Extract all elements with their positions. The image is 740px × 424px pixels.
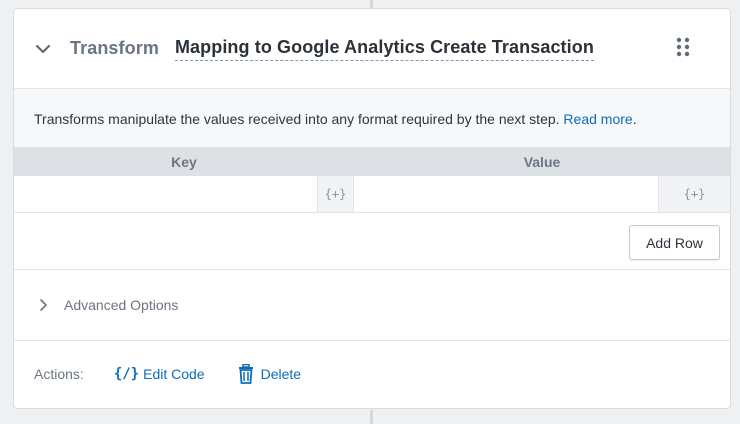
table-row: {+} {+} bbox=[14, 176, 730, 213]
key-value-table: Key Value {+} {+} Add Row bbox=[14, 147, 730, 270]
add-row-button[interactable]: Add Row bbox=[629, 225, 720, 260]
delete-label: Delete bbox=[260, 366, 302, 382]
transform-step-card: Transform Mapping to Google Analytics Cr… bbox=[13, 8, 731, 409]
column-header-value: Value bbox=[523, 153, 561, 170]
chevron-right-icon bbox=[40, 299, 47, 311]
add-row-area: Add Row bbox=[14, 213, 730, 270]
step-header: Transform Mapping to Google Analytics Cr… bbox=[14, 9, 730, 89]
drag-handle-icon[interactable] bbox=[676, 37, 690, 57]
step-type-label: Transform bbox=[70, 38, 159, 58]
chevron-down-icon[interactable] bbox=[34, 40, 52, 58]
delete-button[interactable]: Delete bbox=[237, 364, 301, 384]
info-suffix: . bbox=[632, 111, 637, 127]
key-input[interactable] bbox=[14, 176, 317, 212]
edit-code-label: Edit Code bbox=[143, 366, 205, 382]
actions-bar: Actions: {/} Edit Code Delete bbox=[14, 341, 730, 407]
value-insert-variable-button[interactable]: {+} bbox=[658, 176, 730, 212]
actions-label: Actions: bbox=[34, 366, 84, 382]
key-insert-variable-button[interactable]: {+} bbox=[317, 176, 353, 212]
trash-icon bbox=[238, 364, 253, 384]
connector-line-top bbox=[370, 0, 373, 8]
code-icon: {/} bbox=[113, 366, 140, 382]
column-header-key: Key bbox=[171, 153, 197, 170]
value-cell: {+} bbox=[354, 176, 730, 212]
key-cell: {+} bbox=[14, 176, 354, 212]
value-input[interactable] bbox=[354, 176, 658, 212]
read-more-link[interactable]: Read more bbox=[563, 111, 632, 127]
step-name-field[interactable]: Mapping to Google Analytics Create Trans… bbox=[174, 37, 594, 61]
advanced-options-toggle[interactable]: Advanced Options bbox=[14, 270, 730, 341]
info-description: Transforms manipulate the values receive… bbox=[34, 111, 564, 127]
info-text: Transforms manipulate the values receive… bbox=[14, 89, 730, 147]
table-header: Key Value bbox=[14, 147, 730, 176]
advanced-options-label: Advanced Options bbox=[64, 297, 179, 313]
edit-code-button[interactable]: {/} Edit Code bbox=[114, 366, 205, 382]
connector-line-bottom bbox=[370, 410, 373, 424]
